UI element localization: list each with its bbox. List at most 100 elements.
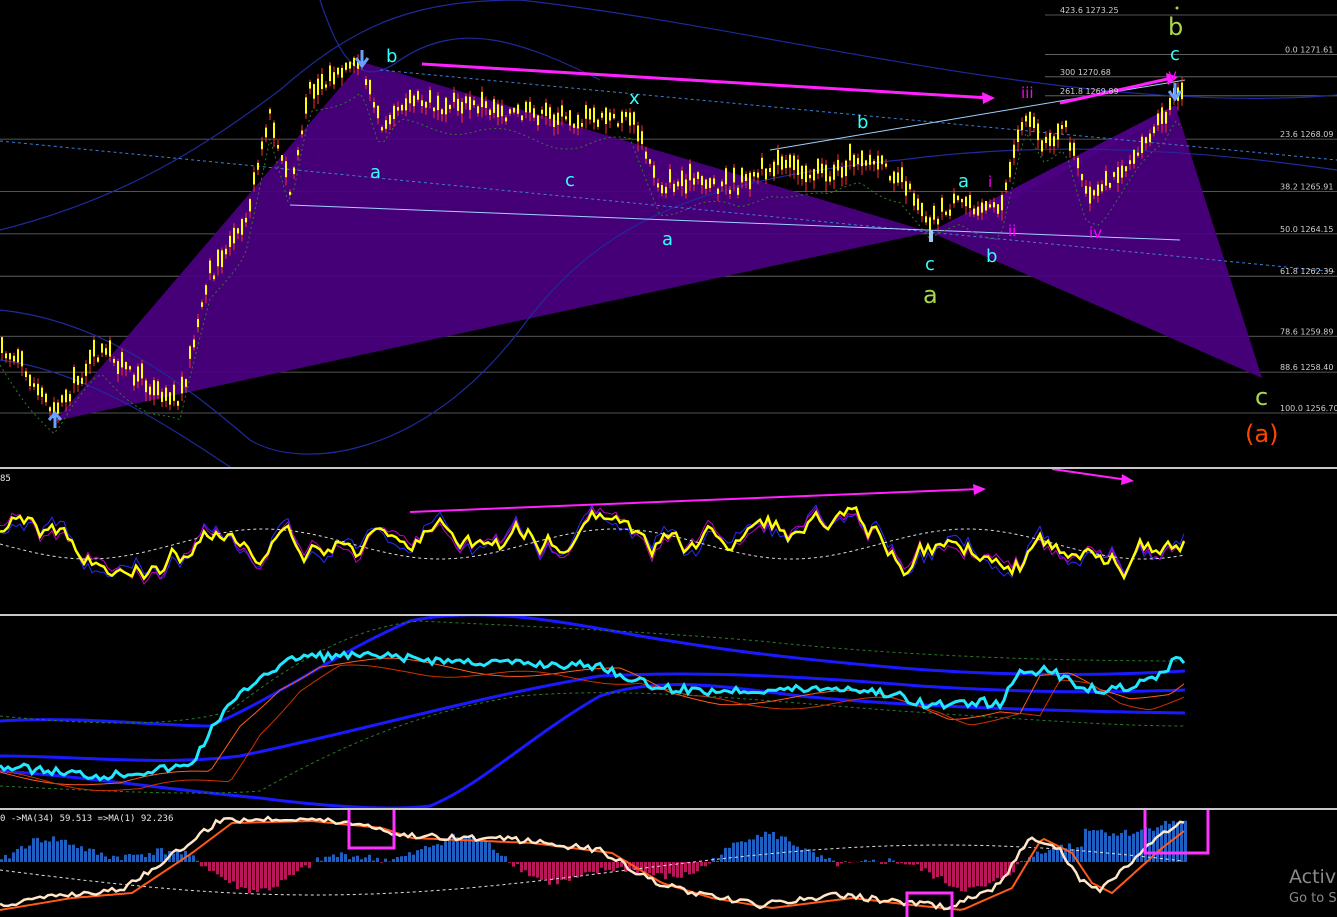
histogram-bar — [132, 854, 135, 862]
candle-body — [813, 169, 815, 181]
candle-body — [349, 61, 351, 69]
histogram-bar — [888, 858, 891, 862]
wave-label-dot — [1175, 6, 1179, 10]
candle-body — [145, 380, 147, 393]
candle-body — [549, 107, 551, 119]
histogram-bar — [564, 862, 567, 880]
candle-body — [1149, 133, 1151, 143]
candle-body — [29, 374, 31, 387]
candle-body — [1117, 167, 1119, 183]
candle-body — [737, 187, 739, 195]
candle-body — [881, 155, 883, 165]
histogram-bar — [92, 849, 95, 862]
histogram-bar — [440, 845, 443, 862]
histogram-bar — [1084, 828, 1087, 862]
candle-body — [241, 219, 243, 235]
candle-body — [41, 387, 43, 397]
candle-body — [421, 100, 423, 106]
price-chart-svg: 423.6 1273.25 0.0 1271.61 300 1270.68 261.8… — [0, 0, 1337, 467]
candle-body — [373, 102, 375, 108]
histogram-bar — [896, 862, 899, 864]
histogram-bar — [416, 850, 419, 862]
candle-body — [681, 170, 683, 187]
histogram-bar — [764, 831, 767, 862]
histogram-bar — [392, 859, 395, 862]
histogram-bar — [960, 862, 963, 892]
histogram-bar — [252, 862, 255, 891]
candle-body — [261, 141, 263, 150]
candle-body — [1045, 136, 1047, 143]
candle-body — [513, 107, 515, 113]
oscillator-pane[interactable]: 85 — [0, 469, 1337, 614]
histogram-bar — [284, 862, 287, 880]
histogram-bar — [88, 848, 91, 862]
histogram-bar — [684, 862, 687, 872]
histogram-bar — [1116, 835, 1119, 862]
histogram-bar — [696, 862, 699, 872]
candle-body — [565, 116, 567, 120]
price-chart-pane[interactable]: 423.6 1273.25 0.0 1271.61 300 1270.68 261.8… — [0, 0, 1337, 467]
candle-body — [289, 191, 291, 195]
candle-body — [817, 158, 819, 174]
candle-body — [897, 172, 899, 183]
trading-chart[interactable]: 423.6 1273.25 0.0 1271.61 300 1270.68 261.8… — [0, 0, 1337, 917]
candle-body — [1181, 82, 1183, 100]
histogram-bar — [444, 839, 447, 862]
candle-body — [501, 105, 503, 117]
histogram-bar — [120, 860, 123, 862]
candle-body — [105, 348, 107, 355]
histogram-bar — [296, 862, 299, 872]
wave-label-b-top-right: b — [1168, 13, 1183, 41]
candle-body — [169, 392, 171, 405]
histogram-bar — [692, 862, 695, 874]
bands-indicator-pane[interactable] — [0, 616, 1337, 808]
wave-label-iv: iv — [1089, 224, 1102, 242]
candle-body — [517, 104, 519, 114]
candle-body — [409, 89, 411, 104]
candle-body — [429, 90, 431, 103]
wave-label-a-3: a — [958, 171, 969, 192]
candle-body — [893, 171, 895, 184]
candle-body — [1157, 113, 1159, 126]
histogram-bar — [580, 862, 583, 875]
wave-label-c-3: c — [925, 254, 935, 275]
candle-body — [1053, 136, 1055, 147]
histogram-bar — [828, 857, 831, 862]
histogram-bar — [240, 862, 243, 887]
candle-body — [797, 159, 799, 175]
candle-body — [685, 179, 687, 194]
wave-label-a-2: a — [662, 229, 673, 250]
candle-body — [1, 337, 3, 353]
candle-body — [1137, 152, 1139, 156]
histogram-bar — [968, 862, 971, 888]
histogram-bar — [756, 834, 759, 862]
histogram-bar — [936, 862, 939, 878]
histogram-bar — [236, 862, 239, 890]
histogram-bar — [260, 862, 263, 889]
histogram-bar — [12, 852, 15, 862]
histogram-bar — [912, 862, 915, 865]
candle-body — [325, 84, 327, 88]
histogram-bar — [832, 860, 835, 862]
histogram-bar — [316, 857, 319, 862]
histogram-bar — [80, 846, 83, 862]
histogram-bar — [276, 862, 279, 887]
candle-body — [13, 355, 15, 362]
oscillator-svg — [0, 469, 1186, 585]
candle-body — [533, 108, 535, 118]
histogram-bar — [776, 839, 779, 862]
band-dashed-green — [0, 620, 1186, 794]
histogram-bar — [40, 842, 43, 862]
histogram-bar — [508, 862, 511, 863]
candle-body — [481, 91, 483, 108]
histogram-bar — [1040, 853, 1043, 862]
candle-body — [1025, 115, 1027, 122]
histogram-bar — [548, 862, 551, 885]
histogram-bar — [652, 862, 655, 876]
candle-body — [257, 162, 259, 170]
divergence-arrow-osc-2 — [1051, 469, 1129, 481]
histogram-bar — [1112, 833, 1115, 862]
histogram-bar — [448, 839, 451, 862]
histogram-ma-label: 0 ->MA(34) 59.513 =>MA(1) 92.236 — [0, 814, 174, 824]
histogram-pane[interactable]: 0 ->MA(34) 59.513 =>MA(1) 92.236 — [0, 810, 1337, 917]
